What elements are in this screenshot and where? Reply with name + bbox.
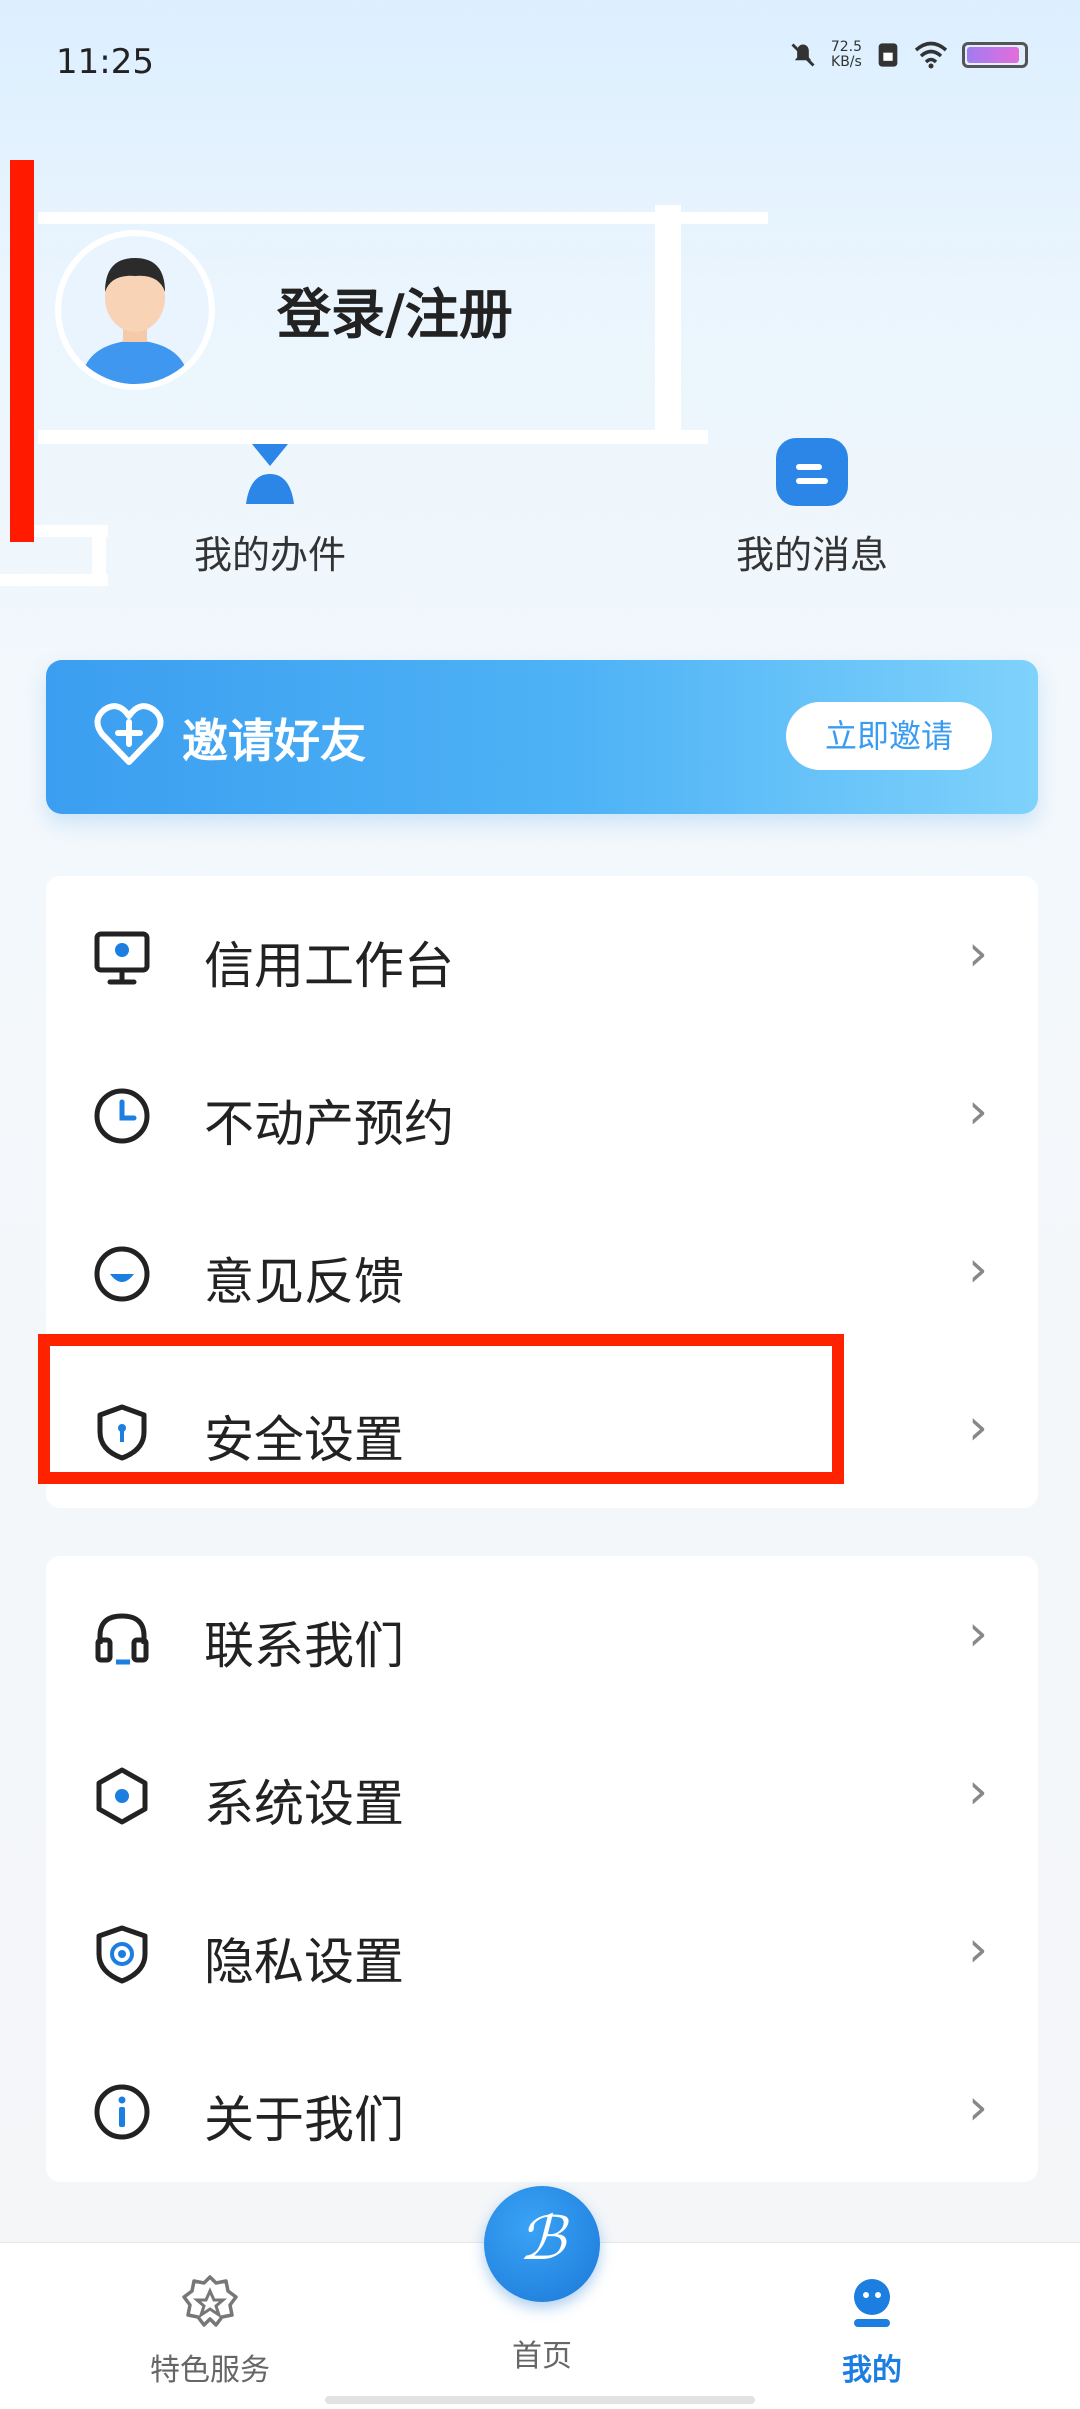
chevron-right-icon: › xyxy=(968,1604,988,1662)
menu-item-feedback[interactable]: 意见反馈 › xyxy=(46,1192,1038,1350)
my-messages-entry[interactable]: 我的消息 xyxy=(692,430,932,579)
tab-mine[interactable]: 我的 xyxy=(762,2273,982,2389)
status-icons: 72.5 KB/s xyxy=(789,40,1028,70)
net-speed: 72.5 KB/s xyxy=(830,39,862,70)
my-messages-label: 我的消息 xyxy=(735,533,888,577)
menu-label: 联系我们 xyxy=(204,1617,404,1675)
tab-featured-services[interactable]: 特色服务 xyxy=(100,2273,320,2389)
info-icon xyxy=(94,2084,150,2140)
my-tasks-entry[interactable]: 我的办件 xyxy=(150,430,390,579)
profile-icon xyxy=(854,2279,890,2327)
profile-card[interactable]: 登录/注册 xyxy=(40,215,680,445)
tab-home[interactable]: 首页 xyxy=(432,2323,652,2375)
menu-label: 不动产预约 xyxy=(204,1095,454,1153)
chevron-right-icon: › xyxy=(968,2078,988,2136)
tab-label: 首页 xyxy=(512,2339,572,2374)
red-highlight-bar xyxy=(10,160,34,542)
chevron-right-icon: › xyxy=(968,1082,988,1140)
tab-label: 特色服务 xyxy=(150,2353,270,2388)
feedback-icon xyxy=(94,1246,150,1302)
my-tasks-label: 我的办件 xyxy=(193,533,346,577)
sim-icon xyxy=(878,43,898,67)
avatar[interactable] xyxy=(55,230,215,390)
mute-bell-icon xyxy=(791,43,815,67)
chevron-right-icon: › xyxy=(968,1762,988,1820)
wifi-icon xyxy=(914,41,948,69)
invite-title: 邀请好友 xyxy=(182,714,366,768)
login-register-link[interactable]: 登录/注册 xyxy=(277,270,513,349)
user-tasks-icon xyxy=(246,444,294,504)
gesture-bar xyxy=(325,2396,755,2404)
status-bar: 11:25 72.5 KB/s xyxy=(0,0,1080,130)
chevron-right-icon: › xyxy=(968,1398,988,1456)
status-time: 11:25 xyxy=(56,42,154,82)
monitor-icon xyxy=(94,931,150,985)
menu-label: 信用工作台 xyxy=(204,937,454,995)
home-logo-icon[interactable]: ℬ xyxy=(484,2186,600,2302)
menu-label: 隐私设置 xyxy=(204,1933,404,1991)
menu-card-2: 联系我们 › 系统设置 › 隐私设置 › 关于我们 › xyxy=(46,1556,1038,2182)
menu-item-about-us[interactable]: 关于我们 › xyxy=(46,2030,1038,2188)
menu-item-property-booking[interactable]: 不动产预约 › xyxy=(46,1034,1038,1192)
invite-friends-banner[interactable]: 邀请好友 立即邀请 xyxy=(46,660,1038,814)
menu-item-privacy-settings[interactable]: 隐私设置 › xyxy=(46,1872,1038,2030)
headset-icon xyxy=(95,1613,149,1665)
security-settings-highlight xyxy=(38,1334,844,1484)
invite-now-button[interactable]: 立即邀请 xyxy=(786,702,992,770)
heart-plus-icon xyxy=(94,703,164,765)
menu-item-credit-workbench[interactable]: 信用工作台 › xyxy=(46,876,1038,1034)
privacy-shield-icon xyxy=(96,1925,148,1984)
message-icon xyxy=(776,438,848,506)
chevron-right-icon: › xyxy=(968,924,988,982)
avatar-person-icon xyxy=(61,236,209,384)
tab-label: 我的 xyxy=(842,2353,902,2388)
menu-item-system-settings[interactable]: 系统设置 › xyxy=(46,1714,1038,1872)
menu-label: 关于我们 xyxy=(204,2091,404,2149)
badge-icon xyxy=(182,2275,238,2327)
menu-item-contact-us[interactable]: 联系我们 › xyxy=(46,1556,1038,1714)
chevron-right-icon: › xyxy=(968,1920,988,1978)
chevron-right-icon: › xyxy=(968,1240,988,1298)
menu-label: 意见反馈 xyxy=(204,1253,404,1311)
battery-icon xyxy=(962,42,1028,68)
clock-icon xyxy=(94,1088,150,1144)
menu-label: 系统设置 xyxy=(204,1775,404,1833)
hex-settings-icon xyxy=(96,1767,148,1825)
